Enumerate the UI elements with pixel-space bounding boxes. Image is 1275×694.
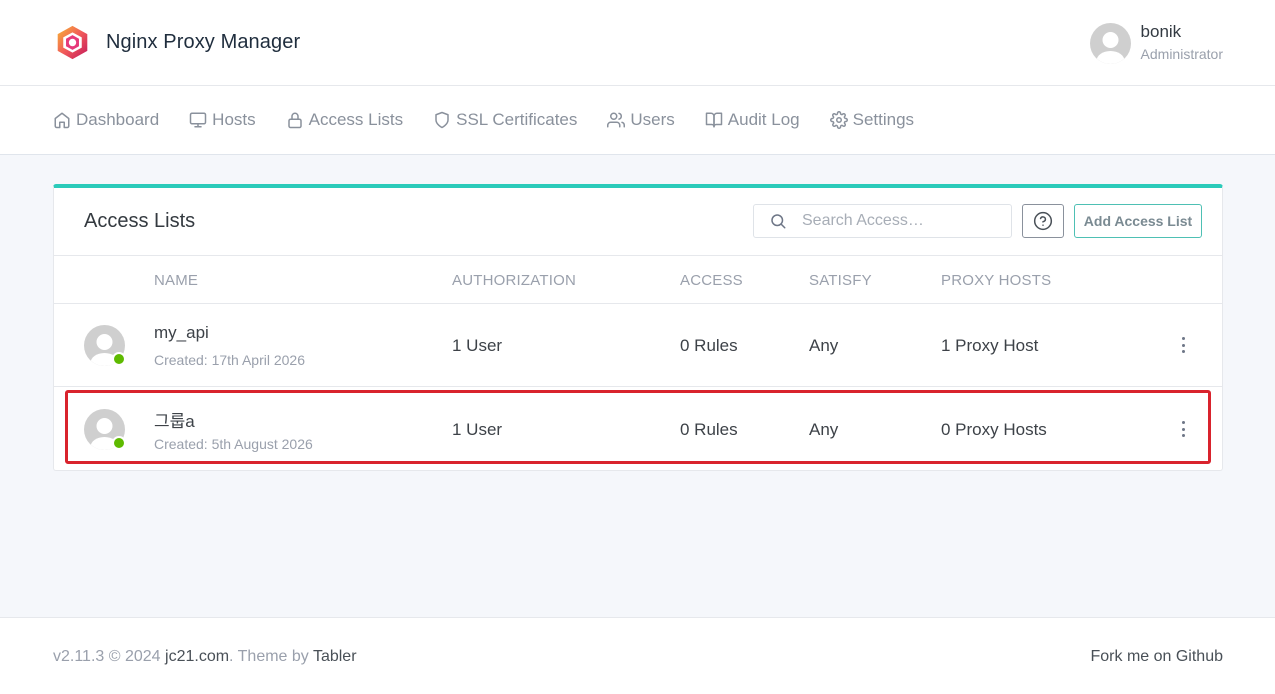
footer-site-link[interactable]: jc21.com (165, 648, 229, 665)
npm-logo-icon (57, 25, 88, 60)
top-header: Nginx Proxy Manager bonik Administrator (0, 0, 1275, 86)
column-header-access[interactable]: ACCESS (680, 272, 743, 289)
column-header-name[interactable]: NAME (154, 272, 198, 289)
nav-users[interactable]: Users (607, 110, 675, 130)
row-created: Created: 17th April 2026 (154, 352, 305, 368)
nav-audit-log[interactable]: Audit Log (705, 110, 800, 130)
column-header-authorization[interactable]: AUTHORIZATION (452, 272, 576, 289)
nav-ssl-certificates-label: SSL Certificates (456, 110, 578, 129)
main-nav: Dashboard Hosts Access Lists SSL Certifi… (0, 86, 1275, 155)
table-header: NAME AUTHORIZATION ACCESS SATISFY PROXY … (54, 255, 1222, 304)
user-role: Administrator (1140, 46, 1223, 62)
shield-icon (435, 111, 449, 129)
user-name: bonik (1140, 22, 1182, 41)
row-satisfy: Any (809, 336, 839, 355)
row-satisfy: Any (809, 420, 839, 439)
row-menu-icon[interactable] (1173, 418, 1193, 440)
row-access: 0 Rules (680, 336, 738, 355)
help-circle-icon (1033, 211, 1053, 231)
user-avatar (1089, 23, 1131, 64)
row-proxy-hosts[interactable]: 1 Proxy Host (941, 336, 1038, 356)
nav-settings[interactable]: Settings (829, 110, 915, 130)
nav-ssl-certificates[interactable]: SSL Certificates (433, 110, 577, 130)
row-access: 0 Rules (680, 420, 738, 439)
footer-credits: v2.11.3 © 2024 jc21.com. Theme by Tabler (53, 648, 357, 666)
user-menu[interactable]: bonik Administrator (1089, 21, 1223, 65)
search-input[interactable] (802, 212, 992, 230)
person-icon (1096, 32, 1125, 64)
row-authorization: 1 User (452, 336, 503, 355)
brand[interactable]: Nginx Proxy Manager (54, 24, 300, 61)
footer-theme-text: . Theme by (229, 648, 313, 665)
nav-hosts[interactable]: Hosts (189, 110, 256, 130)
row-created: Created: 5th August 2026 (154, 436, 313, 452)
nav-dashboard[interactable]: Dashboard (53, 110, 159, 130)
search-box[interactable] (753, 204, 1012, 238)
row-name: my_api (154, 323, 209, 342)
row-menu-icon[interactable] (1173, 334, 1193, 356)
users-icon (607, 112, 626, 128)
add-access-list-button[interactable]: Add Access List (1074, 204, 1202, 238)
status-online-dot (112, 436, 126, 450)
nav-audit-log-label: Audit Log (727, 110, 800, 129)
nav-access-lists-label: Access Lists (308, 110, 404, 129)
monitor-icon (189, 112, 207, 128)
card-title: Access Lists (84, 210, 196, 232)
footer-version: v2.11.3 © 2024 (53, 648, 166, 665)
github-link[interactable]: Fork me on Github (1091, 648, 1224, 666)
row-name: 그룹a (154, 412, 195, 431)
search-icon (771, 214, 786, 229)
column-header-satisfy[interactable]: SATISFY (809, 272, 872, 289)
table-row: 그룹a Created: 5th August 2026 1 User 0 Ru… (54, 388, 1222, 471)
footer-theme-link[interactable]: Tabler (313, 648, 357, 665)
status-online-dot (112, 352, 126, 366)
row-authorization: 1 User (452, 420, 503, 439)
help-button[interactable] (1022, 204, 1064, 238)
table-row: my_api Created: 17th April 2026 1 User 0… (54, 304, 1222, 387)
gear-icon (829, 111, 848, 129)
column-header-proxy-hosts[interactable]: PROXY HOSTS (941, 272, 1051, 289)
home-icon (54, 112, 70, 129)
nav-dashboard-label: Dashboard (76, 110, 160, 129)
row-proxy-hosts[interactable]: 0 Proxy Hosts (941, 420, 1047, 440)
nav-access-lists[interactable]: Access Lists (286, 110, 403, 130)
nav-hosts-label: Hosts (212, 110, 256, 129)
nav-users-label: Users (630, 110, 675, 129)
lock-icon (287, 112, 302, 129)
brand-name: Nginx Proxy Manager (106, 31, 301, 53)
footer: v2.11.3 © 2024 jc21.com. Theme by Tabler… (0, 617, 1275, 694)
access-lists-card: Access Lists Add Access List NAME AUTHOR… (53, 184, 1223, 471)
book-icon (705, 112, 723, 128)
nav-settings-label: Settings (852, 110, 915, 129)
